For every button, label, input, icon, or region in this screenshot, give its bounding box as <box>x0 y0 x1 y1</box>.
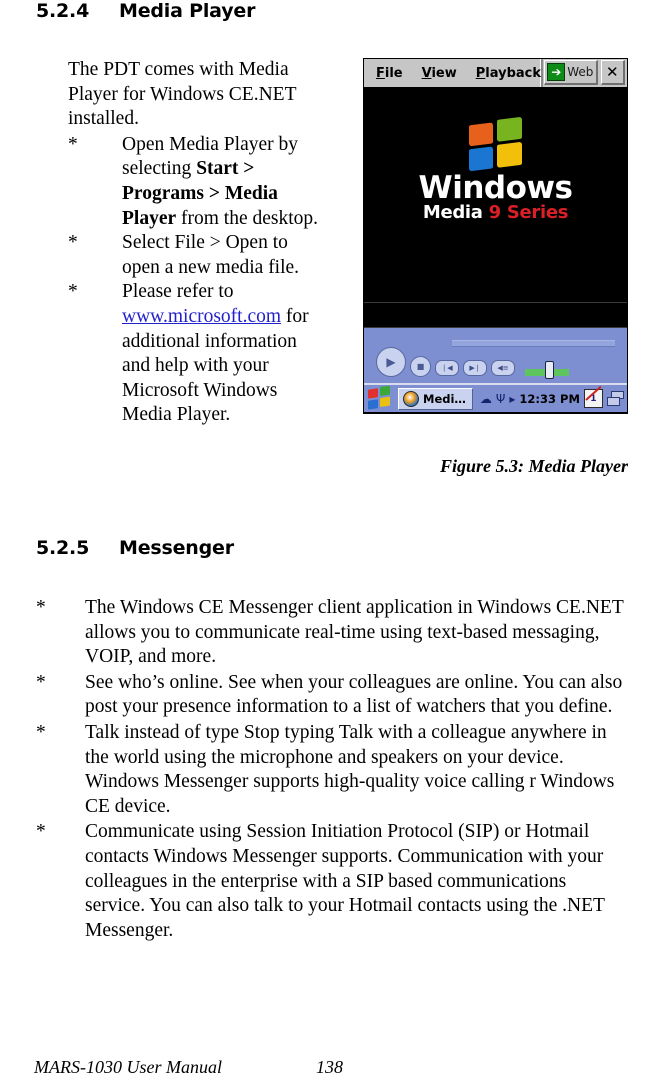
next-track-button[interactable]: ▶❘ <box>463 360 487 376</box>
figure-caption: Figure 5.3: Media Player <box>440 456 628 476</box>
section-title-media-player: Media Player <box>119 0 256 22</box>
media-player-intro: The PDT comes with Media Player for Wind… <box>68 59 297 130</box>
system-tray: ☁ Ψ ▸ 12:33 PM 1 <box>480 385 624 408</box>
bullet-text-open-media-player: Open Media Player by selecting Start > P… <box>122 134 318 229</box>
microsoft-website-link[interactable]: www.microsoft.com <box>122 306 281 327</box>
list-item: * Talk instead of type Stop typing Talk … <box>36 721 624 819</box>
next-track-icon: ▶❘ <box>469 364 481 372</box>
list-item: * Open Media Player by selecting Start >… <box>68 133 326 231</box>
bullet-text-sip-hotmail: Communicate using Session Initiation Pro… <box>85 821 605 941</box>
section-number-messenger: 5.2.5 <box>36 537 90 559</box>
bullet-marker: * <box>68 133 78 155</box>
menu-item-file[interactable]: File <box>376 66 403 81</box>
seek-slider[interactable] <box>452 340 615 347</box>
close-icon: ✕ <box>606 63 619 81</box>
mute-icon: ◀≡ <box>497 364 509 372</box>
bullet-text-messenger-client: The Windows CE Messenger client applicat… <box>85 597 624 668</box>
bullet-marker: * <box>36 671 46 693</box>
list-item: * See who’s online. See when your collea… <box>36 671 624 720</box>
media-player-bullet-list: * Open Media Player by selecting Start >… <box>68 133 326 428</box>
start-button[interactable] <box>368 385 392 411</box>
desktop-switch-icon[interactable] <box>606 391 624 406</box>
menu-item-view[interactable]: View <box>422 66 457 81</box>
web-button-label: Web <box>567 65 594 79</box>
bullet-marker: * <box>36 597 46 618</box>
section-number-media-player: 5.2.4 <box>36 0 90 22</box>
menu-item-playback[interactable]: Playback <box>476 66 541 81</box>
bullet-text-refer-to-microsoft: Please refer to www.microsoft.com for ad… <box>122 281 309 425</box>
media-player-description: The PDT comes with Media Player for Wind… <box>68 58 326 428</box>
media-player-transport-bar: ▶ ■ ❘◀ ▶❘ ◀≡ <box>364 328 627 383</box>
taskbar-item-label: Medi… <box>423 391 466 406</box>
play-indicator-icon: ▸ <box>509 391 516 406</box>
bullet-text-select-file-open: Select File > Open to open a new media f… <box>122 232 300 278</box>
section-heading-media-player: 5.2.4 Media Player <box>36 0 255 22</box>
media-player-video-area[interactable]: Windows Media 9 Series <box>364 89 627 302</box>
messenger-bullet-list: * The Windows CE Messenger client applic… <box>36 596 624 943</box>
bullet-marker: * <box>36 821 46 843</box>
play-button[interactable]: ▶ <box>376 347 406 377</box>
arrow-right-icon: ➔ <box>547 63 566 81</box>
previous-track-button[interactable]: ❘◀ <box>435 360 459 376</box>
list-item: * Select File > Open to open a new media… <box>68 231 326 280</box>
play-icon: ▶ <box>386 355 396 369</box>
list-item: * Communicate using Session Initiation P… <box>36 820 624 943</box>
splash-line-windows: Windows <box>418 170 573 206</box>
bullet-text-see-whos-online: See who’s online. See when your colleagu… <box>85 671 623 718</box>
stop-button[interactable]: ■ <box>410 356 431 377</box>
device-screenshot: File View Playback ➔ Web ✕ Windows Media <box>363 58 628 414</box>
mute-button[interactable]: ◀≡ <box>491 360 515 376</box>
media-player-menubar: File View Playback ➔ Web ✕ <box>364 59 627 89</box>
network-connection-icon[interactable]: ☁ <box>480 393 492 405</box>
footer-page-number: 138 <box>316 1057 343 1077</box>
splash-line-media-9-series: Media 9 Series <box>364 203 627 223</box>
transport-button-row: ▶ ■ ❘◀ ▶❘ ◀≡ <box>376 347 569 379</box>
list-item: * The Windows CE Messenger client applic… <box>36 596 624 670</box>
input-panel-icon[interactable]: 1 <box>583 385 603 408</box>
splash-media-text: Media <box>422 202 483 223</box>
device-taskbar: Medi… ☁ Ψ ▸ 12:33 PM 1 <box>364 383 627 412</box>
previous-track-icon: ❘◀ <box>441 364 453 372</box>
section-heading-messenger: 5.2.5 Messenger <box>36 537 234 559</box>
messenger-description: * The Windows CE Messenger client applic… <box>36 596 624 944</box>
bullet-text-talk-instead-of-type: Talk instead of type Stop typing Talk wi… <box>85 721 615 817</box>
taskbar-clock[interactable]: 12:33 PM <box>519 392 579 406</box>
media-player-status-strip <box>364 302 627 328</box>
section-title-messenger: Messenger <box>119 537 234 559</box>
windows-media-player-icon <box>403 390 419 407</box>
figure-media-player: File View Playback ➔ Web ✕ Windows Media <box>363 58 628 414</box>
menu-group: File View Playback <box>364 59 544 87</box>
bullet-text-post: from the desktop. <box>176 207 319 229</box>
volume-thumb[interactable] <box>545 361 554 379</box>
close-button[interactable]: ✕ <box>600 60 625 85</box>
taskbar-item-media-player[interactable]: Medi… <box>398 387 473 410</box>
windows-media-splash: Windows Media 9 Series <box>364 116 627 223</box>
antenna-icon[interactable]: Ψ <box>496 393 505 405</box>
bullet-marker: * <box>68 232 78 254</box>
bullet-marker: * <box>68 281 78 303</box>
list-item: * Please refer to www.microsoft.com for … <box>68 280 326 428</box>
web-button[interactable]: ➔ Web <box>544 60 598 85</box>
volume-slider[interactable] <box>525 361 569 379</box>
stop-icon: ■ <box>416 362 425 371</box>
bullet-marker: * <box>36 721 46 743</box>
splash-9series-text: 9 Series <box>488 202 569 223</box>
bullet-text-pre: Please refer to <box>122 281 234 303</box>
footer-manual-title: MARS-1030 User Manual <box>34 1057 222 1077</box>
windows-flag-icon <box>468 116 523 174</box>
